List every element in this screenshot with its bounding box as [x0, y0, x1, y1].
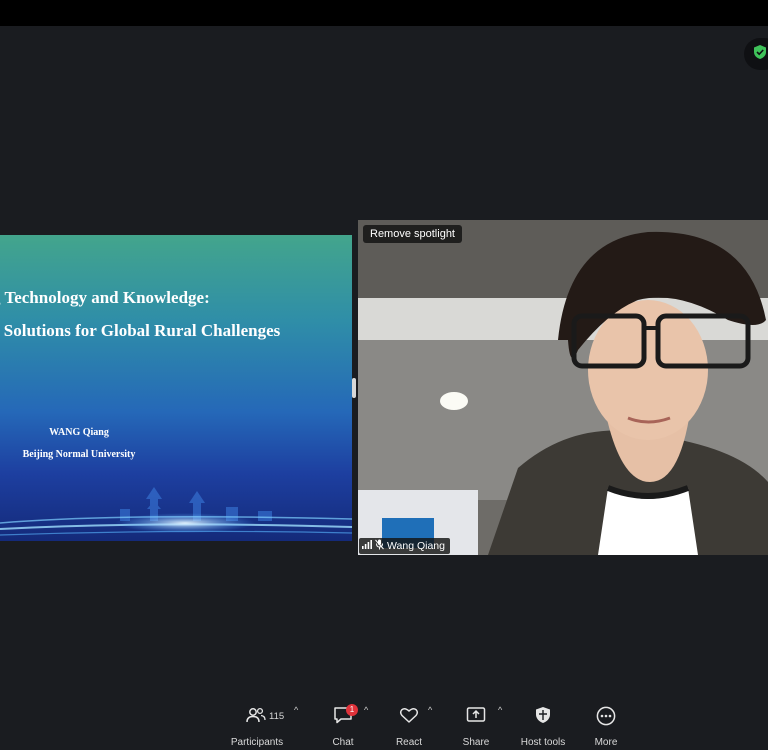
slide-author: WANG Qiang	[49, 427, 109, 438]
more-icon	[596, 706, 616, 731]
participant-name: Wang Qiang	[387, 540, 445, 552]
heart-icon	[399, 706, 419, 729]
more-button[interactable]: More	[590, 706, 622, 748]
react-label: React	[395, 737, 423, 748]
participant-video-tile[interactable]: Remove spotlight Wang Qiang	[358, 220, 768, 555]
signal-icon	[362, 540, 372, 552]
security-status-button[interactable]	[744, 38, 768, 70]
share-button[interactable]: Share	[458, 706, 494, 748]
react-button[interactable]: React	[392, 706, 426, 748]
window-top-bar	[0, 0, 768, 26]
participants-icon	[246, 706, 266, 729]
meeting-toolbar: 115 Participants ^ 1 Chat ^ React ^ Shar…	[0, 700, 768, 750]
remove-spotlight-button[interactable]: Remove spotlight	[363, 225, 462, 243]
chat-label: Chat	[332, 737, 354, 748]
share-label: Share	[462, 737, 490, 748]
participants-count: 115	[269, 711, 285, 722]
chat-unread-badge: 1	[346, 704, 358, 716]
participant-video-feed	[358, 220, 768, 555]
participants-button[interactable]: 115 Participants	[228, 706, 286, 748]
shield-check-icon	[753, 44, 767, 65]
split-view-resize-handle[interactable]	[352, 378, 356, 398]
mic-muted-icon	[375, 539, 384, 553]
shared-screen-slide: g Technology and Knowledge: e Solutions …	[0, 235, 352, 541]
more-label: More	[594, 737, 618, 748]
host-tools-label: Host tools	[520, 737, 566, 748]
slide-title-line-2: e Solutions for Global Rural Challenges	[0, 321, 281, 340]
share-options-chevron-up-icon[interactable]: ^	[498, 705, 502, 715]
slide-city-light-graphic	[0, 487, 352, 536]
participant-name-tag: Wang Qiang	[359, 538, 450, 554]
host-tools-button[interactable]: Host tools	[516, 706, 570, 748]
slide-title-line-1: g Technology and Knowledge:	[0, 288, 210, 307]
chat-button[interactable]: 1 Chat	[326, 704, 360, 748]
slide-affiliation: Beijing Normal University	[22, 449, 136, 460]
react-options-chevron-up-icon[interactable]: ^	[428, 705, 432, 715]
participants-label: Participants	[230, 737, 284, 748]
host-shield-icon	[534, 706, 552, 729]
participants-options-chevron-up-icon[interactable]: ^	[294, 705, 298, 715]
chat-options-chevron-up-icon[interactable]: ^	[364, 705, 368, 715]
share-screen-icon	[466, 706, 486, 729]
